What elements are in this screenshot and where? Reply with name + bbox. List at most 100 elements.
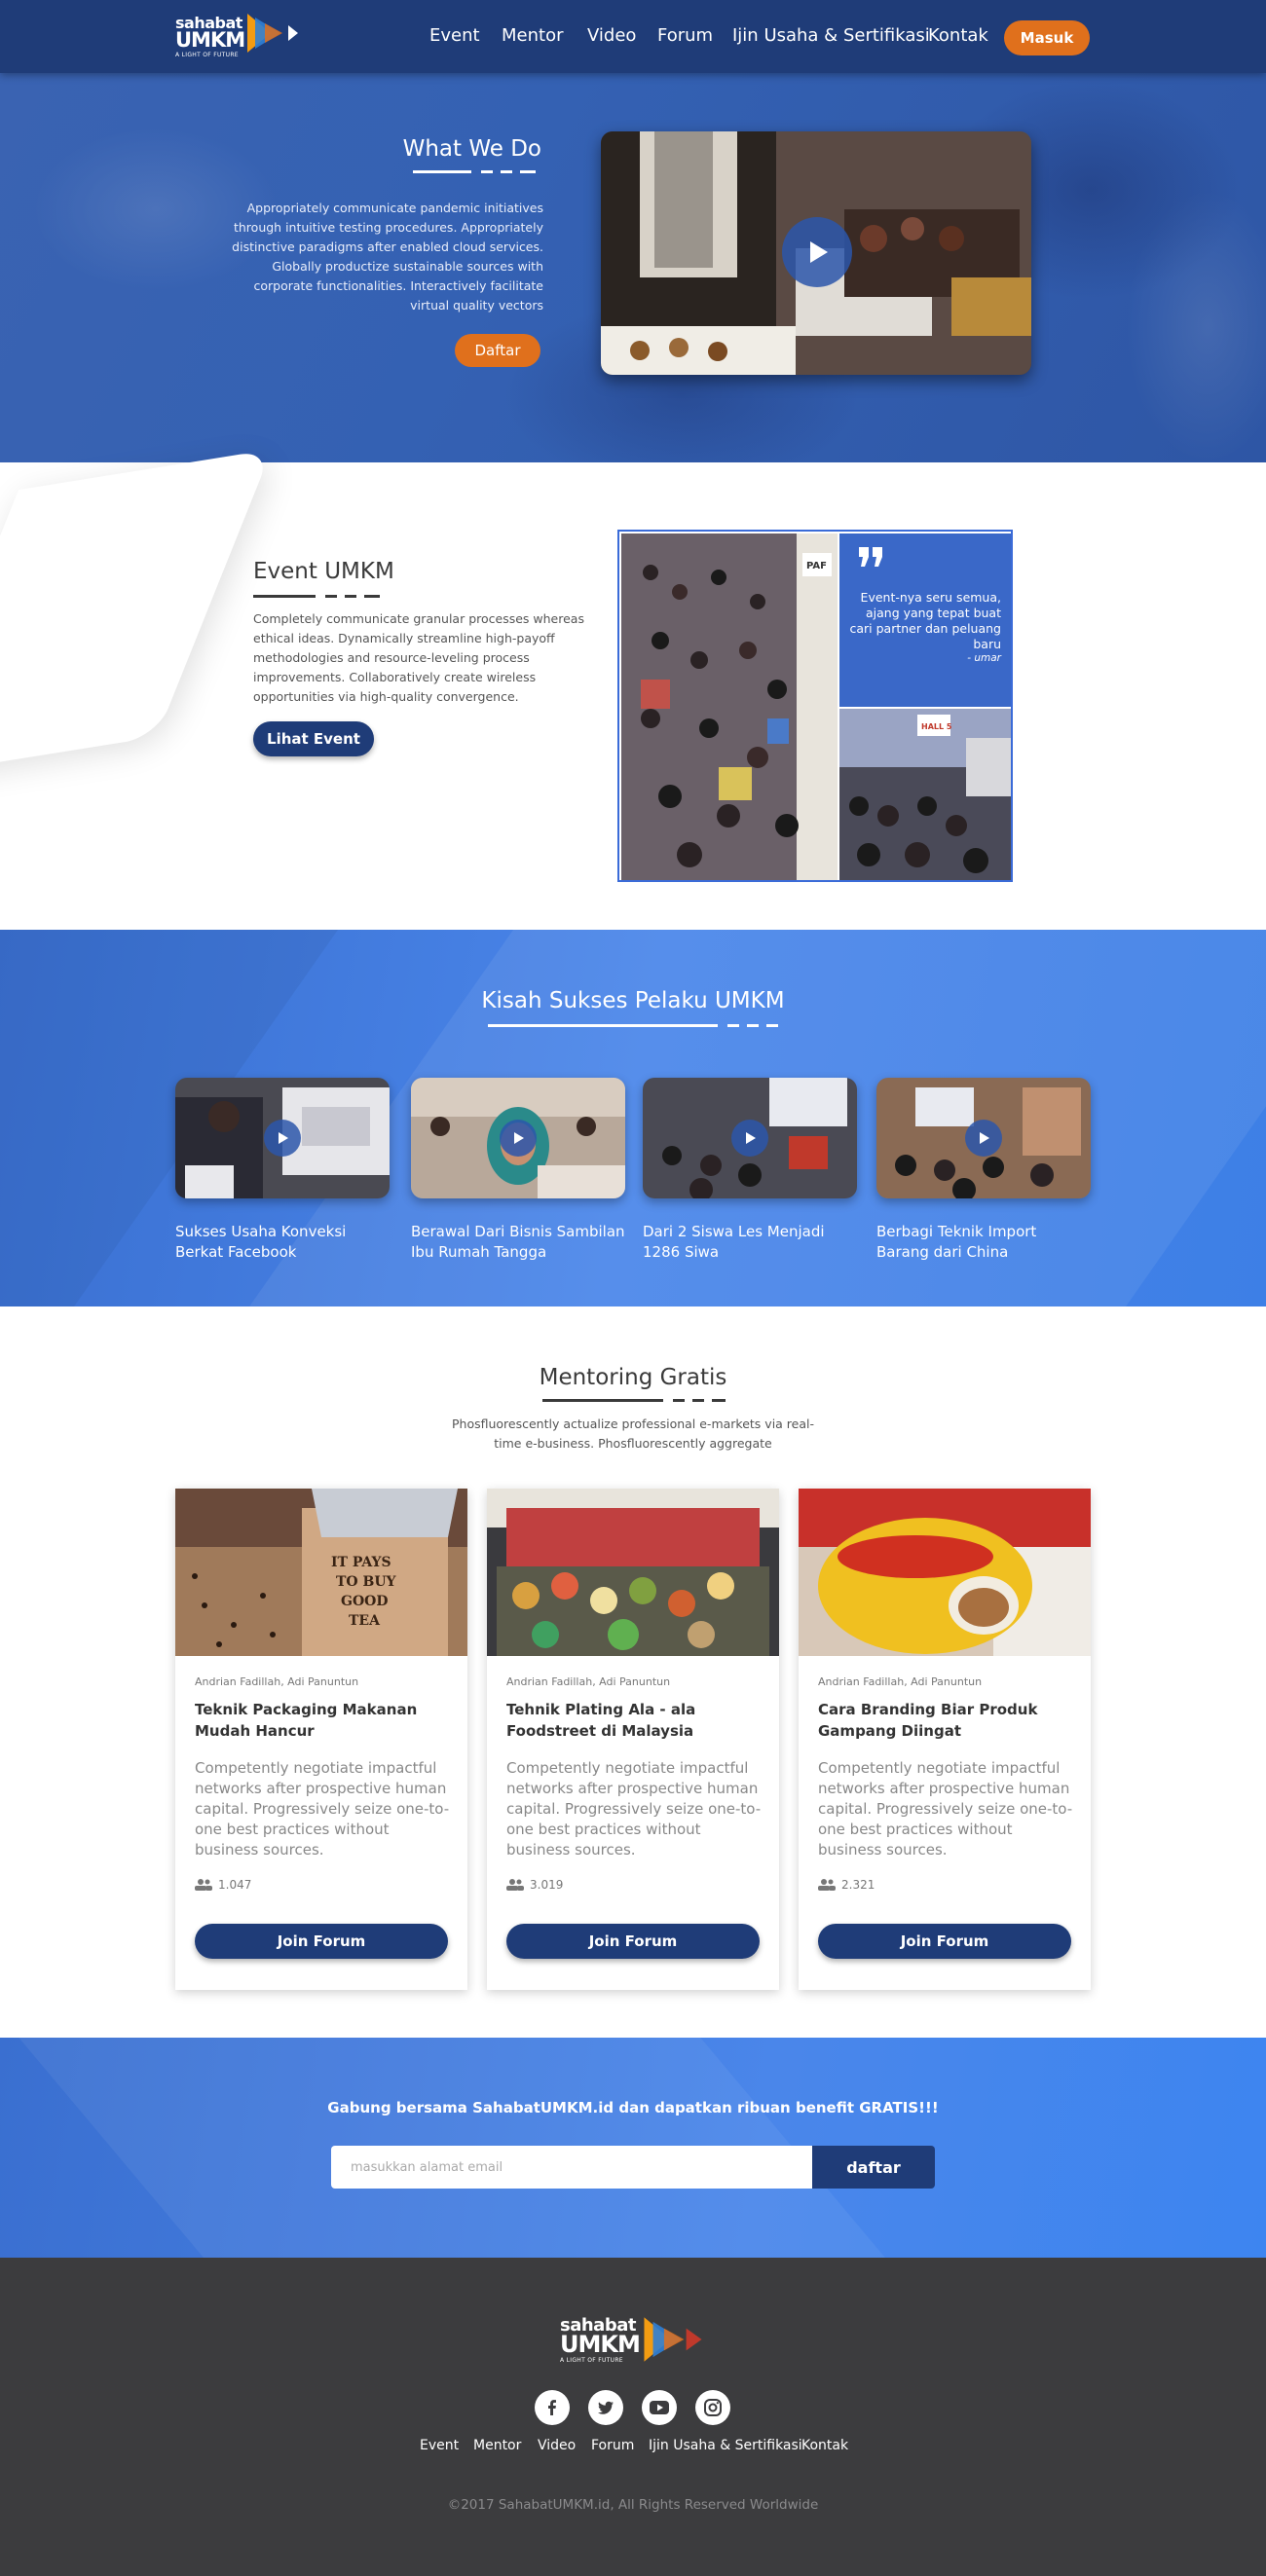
story-caption[interactable]: Dari 2 Siswa Les Menjadi 1286 Siwa <box>643 1222 857 1263</box>
copyright-text: ©2017 SahabatUMKM.id, All Rights Reserve… <box>447 2497 819 2513</box>
mentoring-card: IT PAYS TO BUY GOOD TEA Andrian Fadillah… <box>175 1489 467 1990</box>
success-stories-section: Kisah Sukses Pelaku UMKM Sukses Usaha Ko… <box>0 930 1266 1306</box>
svg-text:PAF: PAF <box>806 561 827 571</box>
burger-wrapper-image <box>799 1489 1091 1656</box>
view-event-button[interactable]: Lihat Event <box>253 721 374 756</box>
member-count-value: 3.019 <box>530 1878 564 1892</box>
svg-text:HALL 5: HALL 5 <box>921 722 952 731</box>
title-underline-dash <box>727 1024 739 1027</box>
story-caption[interactable]: Sukses Usaha Konveksi Berkat Facebook <box>175 1222 390 1263</box>
people-icon <box>506 1879 524 1891</box>
quote-author: - umar <box>967 652 1001 664</box>
footer-nav-mentor[interactable]: Mentor <box>473 2438 521 2453</box>
mentoring-subtitle: Phosfluorescently actualize professional… <box>451 1417 814 1451</box>
people-icon <box>195 1879 212 1891</box>
footer-nav-kontak[interactable]: Kontak <box>801 2438 848 2453</box>
food-plating-image <box>487 1489 779 1656</box>
site-header: sahabat UMKM A LIGHT OF FUTURE Event Men… <box>0 0 1266 73</box>
event-collage: PAF Event-nya seru semua, ajang yang tep… <box>617 530 1013 882</box>
play-button[interactable] <box>965 1120 1002 1157</box>
title-underline <box>253 595 316 598</box>
story-thumbnail[interactable] <box>175 1078 390 1198</box>
login-button[interactable]: Masuk <box>1004 20 1090 55</box>
footer-logo[interactable]: sahabat UMKM A LIGHT OF FUTURE <box>560 2313 706 2368</box>
story-thumbnail[interactable] <box>643 1078 857 1198</box>
nav-item-kontak[interactable]: Kontak <box>928 25 988 46</box>
event-title: Event UMKM <box>253 559 394 584</box>
nav-item-forum[interactable]: Forum <box>657 25 713 46</box>
story-card[interactable]: Berawal Dari Bisnis Sambilan Ibu Rumah T… <box>411 1078 625 1263</box>
title-underline <box>542 1399 663 1402</box>
hero-video[interactable] <box>601 131 1031 375</box>
crowd-photo: PAF <box>621 534 838 880</box>
join-forum-button[interactable]: Join Forum <box>818 1924 1071 1959</box>
instagram-icon[interactable] <box>695 2390 730 2425</box>
facebook-icon[interactable] <box>535 2390 570 2425</box>
logo-play-icon <box>644 2317 702 2362</box>
card-title[interactable]: Tehnik Plating Ala - ala Foodstreet di M… <box>506 1699 762 1742</box>
mentoring-card: Andrian Fadillah, Adi Panuntun Tehnik Pl… <box>487 1489 779 1990</box>
title-underline-dash <box>345 595 356 598</box>
hero-section: What We Do Appropriately communicate pan… <box>0 73 1266 462</box>
story-card[interactable]: Berbagi Teknik Import Barang dari China <box>876 1078 1091 1263</box>
story-caption[interactable]: Berawal Dari Bisnis Sambilan Ibu Rumah T… <box>411 1222 625 1263</box>
title-underline-dash <box>364 595 380 598</box>
footer-nav-forum[interactable]: Forum <box>591 2438 634 2453</box>
card-author: Andrian Fadillah, Adi Panuntun <box>195 1675 359 1688</box>
title-underline-dash <box>673 1399 685 1402</box>
svg-text:TO BUY: TO BUY <box>336 1574 397 1590</box>
card-description: Competently negotiate impactful networks… <box>195 1759 450 1858</box>
title-underline-dash <box>520 170 536 173</box>
card-title[interactable]: Teknik Packaging Makanan Mudah Hancur <box>195 1699 450 1742</box>
join-forum-button[interactable]: Join Forum <box>506 1924 760 1959</box>
twitter-icon[interactable] <box>588 2390 623 2425</box>
story-thumbnail[interactable] <box>876 1078 1091 1198</box>
svg-text:IT PAYS: IT PAYS <box>331 1555 391 1570</box>
story-card[interactable]: Sukses Usaha Konveksi Berkat Facebook <box>175 1078 390 1263</box>
nav-item-event[interactable]: Event <box>429 25 480 46</box>
title-underline-dash <box>766 1024 778 1027</box>
brand-line2: UMKM <box>560 2331 641 2358</box>
brand-line2: UMKM <box>175 28 245 52</box>
play-icon <box>514 1132 524 1144</box>
nav-item-video[interactable]: Video <box>587 25 636 46</box>
nav-item-ijin-usaha[interactable]: Ijin Usaha & Sertifikasi <box>732 25 930 46</box>
footer-nav-video[interactable]: Video <box>538 2438 576 2453</box>
story-caption[interactable]: Berbagi Teknik Import Barang dari China <box>876 1222 1091 1263</box>
mentoring-card: Andrian Fadillah, Adi Panuntun Cara Bran… <box>799 1489 1091 1990</box>
brand-tagline: A LIGHT OF FUTURE <box>560 2357 623 2364</box>
footer-nav-event[interactable]: Event <box>420 2438 459 2453</box>
play-icon <box>746 1132 756 1144</box>
card-description: Competently negotiate impactful networks… <box>506 1759 762 1858</box>
newsletter-text: Gabung bersama SahabatUMKM.id dan dapatk… <box>327 2099 939 2116</box>
play-button[interactable] <box>731 1120 768 1157</box>
youtube-icon[interactable] <box>642 2390 677 2425</box>
member-count-value: 2.321 <box>841 1878 875 1892</box>
play-button[interactable] <box>500 1120 537 1157</box>
title-underline-dash <box>747 1024 759 1027</box>
join-forum-button[interactable]: Join Forum <box>195 1924 448 1959</box>
subscribe-button[interactable]: daftar <box>812 2146 935 2189</box>
expo-image: HALL 5 <box>839 709 1011 880</box>
title-underline-dash <box>692 1399 704 1402</box>
mentoring-title: Mentoring Gratis <box>539 1365 727 1390</box>
nav-item-mentor[interactable]: Mentor <box>502 25 563 46</box>
quote-icon <box>859 547 882 567</box>
play-icon <box>980 1132 989 1144</box>
member-count: 3.019 <box>506 1878 563 1892</box>
story-card[interactable]: Dari 2 Siswa Les Menjadi 1286 Siwa <box>643 1078 857 1263</box>
play-icon <box>279 1132 288 1144</box>
play-button[interactable] <box>264 1120 301 1157</box>
story-thumbnail[interactable] <box>411 1078 625 1198</box>
event-description: Completely communicate granular processe… <box>253 611 584 704</box>
email-input[interactable] <box>331 2146 812 2189</box>
decorative-card-shape <box>0 449 273 778</box>
svg-text:GOOD: GOOD <box>341 1594 389 1609</box>
footer-nav-ijin-usaha[interactable]: Ijin Usaha & Sertifikasi <box>649 2438 802 2453</box>
brand-logo[interactable]: sahabat UMKM A LIGHT OF FUTURE <box>175 12 302 58</box>
register-button[interactable]: Daftar <box>455 334 540 367</box>
testimonial-quote: Event-nya seru semua, ajang yang tepat b… <box>839 534 1011 707</box>
play-button[interactable] <box>782 217 852 287</box>
svg-text:TEA: TEA <box>349 1613 381 1629</box>
card-title[interactable]: Cara Branding Biar Produk Gampang Diinga… <box>818 1699 1073 1742</box>
